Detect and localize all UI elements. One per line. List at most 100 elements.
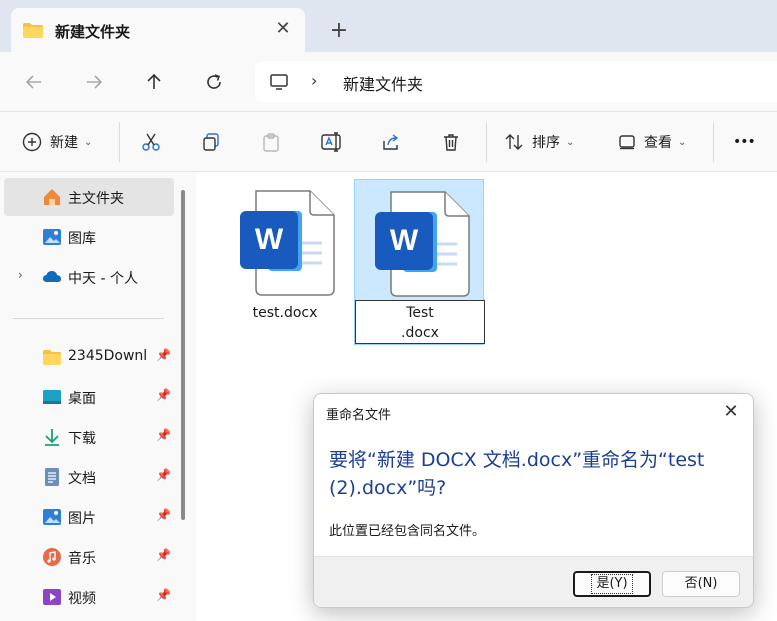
gallery-icon — [43, 229, 61, 245]
sort-button[interactable]: 排序 ⌄ — [504, 126, 574, 158]
download-icon — [45, 429, 59, 446]
rename-input[interactable]: Test .docx — [355, 300, 485, 344]
sidebar-scrollbar[interactable] — [181, 190, 185, 520]
sidebar-item-onedrive[interactable]: › 中天 - 个人 — [4, 258, 174, 296]
sort-icon — [505, 134, 523, 150]
sidebar-item-videos[interactable]: 视频 📌 — [4, 578, 174, 616]
tab-current-folder[interactable]: 新建文件夹 ✕ — [11, 8, 305, 54]
svg-text:W: W — [390, 224, 419, 257]
sidebar-item-label: 文档 — [68, 471, 96, 487]
pin-icon[interactable]: 📌 — [156, 468, 171, 482]
close-icon[interactable]: ✕ — [719, 399, 743, 425]
desktop-icon — [43, 390, 61, 404]
new-button[interactable]: 新建 ⌄ — [22, 126, 92, 158]
navigation-pane: 主文件夹 图库 › 中天 - 个人 2345Downloads 📌 桌面 📌 下… — [0, 172, 196, 621]
plus-circle-icon — [22, 132, 42, 152]
back-button[interactable] — [20, 68, 48, 96]
forward-button[interactable] — [80, 68, 108, 96]
divider — [13, 318, 164, 319]
arrow-left-icon — [25, 75, 41, 89]
command-bar: 新建 ⌄ 排序 ⌄ 查看 ⌄ ••• — [0, 112, 777, 172]
sidebar-item-label: 图片 — [68, 511, 96, 527]
chevron-right-icon[interactable]: › — [311, 71, 317, 90]
delete-button[interactable] — [441, 126, 461, 158]
close-icon[interactable]: ✕ — [273, 19, 293, 39]
sidebar-item-label: 中天 - 个人 — [68, 271, 138, 287]
copy-icon — [203, 133, 219, 151]
new-tab-button[interactable]: + — [328, 20, 350, 42]
share-button[interactable] — [381, 126, 401, 158]
navigation-bar: › 新建文件夹 — [0, 52, 777, 112]
more-icon: ••• — [733, 134, 756, 150]
file-item-selected[interactable]: W Test .docx — [354, 179, 485, 345]
yes-button-label: 是(Y) — [591, 574, 633, 594]
sidebar-item-home[interactable]: 主文件夹 — [4, 178, 174, 216]
dialog-detail: 此位置已经包含同名文件。 — [329, 524, 486, 539]
chevron-right-icon[interactable]: › — [18, 268, 23, 282]
sidebar-item-music[interactable]: 音乐 📌 — [4, 538, 174, 576]
sidebar-item-label: 桌面 — [68, 391, 96, 407]
pictures-icon — [43, 509, 61, 525]
sidebar-item-pictures[interactable]: 图片 📌 — [4, 498, 174, 536]
file-name: test.docx — [252, 305, 318, 321]
chevron-down-icon: ⌄ — [84, 136, 93, 148]
more-options-button[interactable]: ••• — [733, 126, 756, 158]
sidebar-item-label: 图库 — [68, 231, 96, 247]
dialog-footer: 是(Y) 否(N) — [314, 556, 753, 607]
sidebar-item-gallery[interactable]: 图库 — [4, 218, 174, 256]
title-bar: 新建文件夹 ✕ + — [0, 0, 777, 54]
view-icon — [619, 135, 635, 150]
sidebar-item-label: 视频 — [68, 591, 96, 607]
arrow-up-icon — [147, 73, 161, 89]
divider — [486, 122, 487, 162]
svg-text:W: W — [255, 223, 284, 256]
computer-icon — [270, 74, 288, 90]
word-document-icon: W — [240, 190, 335, 296]
pin-icon[interactable]: 📌 — [156, 388, 171, 402]
trash-icon — [444, 134, 458, 151]
cut-button[interactable] — [141, 126, 161, 158]
sidebar-item-downloads[interactable]: 下载 📌 — [4, 418, 174, 456]
dialog-title: 重命名文件 — [326, 408, 392, 423]
dialog-message: 要将“新建 DOCX 文档.docx”重命名为“test (2).docx”吗? — [329, 449, 705, 499]
home-icon — [44, 189, 60, 205]
sidebar-item-downloads-folder[interactable]: 2345Downloads 📌 — [4, 338, 174, 376]
refresh-icon — [207, 74, 221, 89]
pin-icon[interactable]: 📌 — [156, 508, 171, 522]
refresh-button[interactable] — [200, 68, 228, 96]
no-button-label: 否(N) — [684, 576, 718, 591]
divider — [119, 122, 120, 162]
rename-button[interactable] — [321, 126, 343, 158]
pin-icon[interactable]: 📌 — [156, 548, 171, 562]
arrow-right-icon — [87, 75, 103, 89]
file-item[interactable]: W test.docx — [220, 179, 350, 321]
folder-icon — [23, 23, 43, 38]
breadcrumb[interactable]: 新建文件夹 — [343, 71, 423, 95]
chevron-down-icon: ⌄ — [678, 136, 687, 148]
view-label: 查看 — [644, 135, 672, 151]
pin-icon[interactable]: 📌 — [156, 588, 171, 602]
view-button[interactable]: 查看 ⌄ — [618, 126, 686, 158]
sidebar-item-desktop[interactable]: 桌面 📌 — [4, 378, 174, 416]
address-bar[interactable]: › 新建文件夹 — [255, 62, 777, 102]
yes-button[interactable]: 是(Y) — [573, 571, 651, 597]
up-button[interactable] — [140, 68, 168, 96]
sidebar-item-documents[interactable]: 文档 📌 — [4, 458, 174, 496]
copy-button[interactable] — [201, 126, 221, 158]
sidebar-item-label: 音乐 — [68, 551, 96, 567]
no-button[interactable]: 否(N) — [662, 571, 740, 597]
chevron-down-icon: ⌄ — [566, 136, 575, 148]
tab-title: 新建文件夹 — [55, 23, 131, 41]
paste-button[interactable] — [261, 126, 281, 158]
cloud-icon — [43, 271, 61, 282]
new-label: 新建 — [50, 135, 78, 151]
sidebar-item-label: 2345Downloads — [68, 348, 146, 364]
pin-icon[interactable]: 📌 — [156, 428, 171, 442]
rename-dialog: 重命名文件 ✕ 要将“新建 DOCX 文档.docx”重命名为“test (2)… — [313, 393, 754, 608]
sidebar-item-label: 下载 — [68, 431, 96, 447]
sidebar-item-label: 主文件夹 — [68, 191, 124, 207]
pin-icon[interactable]: 📌 — [156, 348, 171, 362]
divider — [713, 122, 714, 162]
sort-label: 排序 — [532, 135, 560, 151]
scissors-icon — [142, 133, 160, 151]
